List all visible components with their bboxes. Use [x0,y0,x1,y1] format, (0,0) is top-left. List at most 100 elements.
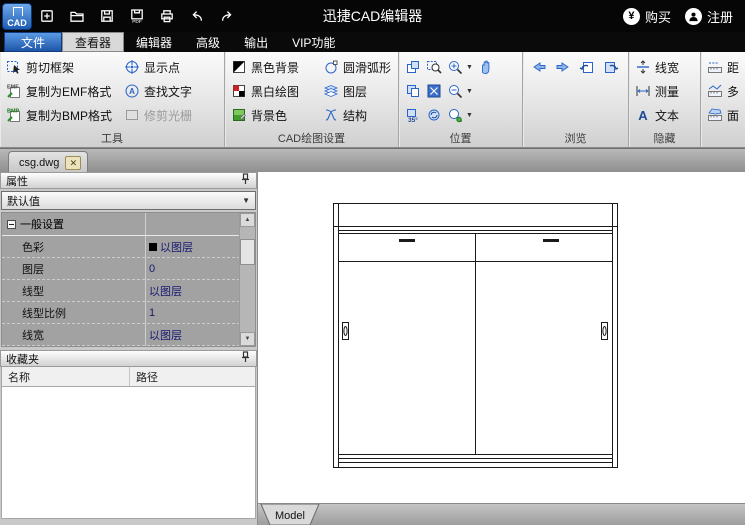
back-arrow-icon[interactable] [531,59,547,75]
scroll-down-icon[interactable]: ▼ [240,332,255,346]
menu-file[interactable]: 文件 [4,32,62,52]
preset-value: 默认值 [7,193,40,209]
save-pdf-button[interactable]: PDF [122,3,152,29]
property-row-linetype[interactable]: 线型 以图层 [2,280,255,302]
cut-frame-button[interactable]: 剪切框架 [6,55,118,79]
redo-button[interactable] [212,3,242,29]
model-tab-bar: Model [258,503,745,525]
black-bg-button[interactable]: 黑色背景 [231,55,317,79]
zoom-scale-icon[interactable] [447,107,463,123]
save-pdf-icon: PDF [129,8,145,24]
print-button[interactable] [152,3,182,29]
trim-raster-label: 修剪光栅 [144,107,192,124]
first-view-icon[interactable] [579,59,595,75]
undo-icon [189,8,205,24]
menu-advanced[interactable]: 高级 [184,32,232,52]
favorites-list[interactable] [1,387,256,519]
open-file-button[interactable] [62,3,92,29]
new-file-icon [39,8,55,24]
black-bg-label: 黑色背景 [251,59,299,76]
zoom-window-icon[interactable] [426,59,442,75]
favorites-col-path[interactable]: 路径 [130,369,158,385]
open-folder-icon [69,8,85,24]
property-row-color[interactable]: 色彩 以图层 [2,236,255,258]
pan-hand-icon[interactable] [478,59,494,75]
smooth-arc-button[interactable]: 圆滑弧形 [323,55,391,79]
menu-viewer[interactable]: 查看器 [62,32,124,52]
copy-bmp-icon: BMP [6,107,22,123]
polyline-measure-button[interactable]: 多 [707,79,741,103]
preset-combobox[interactable]: 默认值 ▼ [1,191,256,210]
text-label: 文本 [655,107,679,124]
pin-icon[interactable] [240,173,251,188]
show-points-button[interactable]: 显示点 [124,55,192,79]
area-measure-button[interactable]: 面 [707,103,741,127]
model-tab[interactable]: Model [259,504,321,525]
menu-vip[interactable]: VIP功能 [280,32,347,52]
structure-button[interactable]: 结构 [323,103,391,127]
linewidth-toggle-button[interactable]: 线宽 [635,55,696,79]
property-row-lineweight[interactable]: 线宽 以图层 [2,324,255,346]
left-panel: 属性 默认值 ▼ 一般设置 色彩 [0,172,258,525]
area-ruler-icon [707,107,723,123]
ribbon-group-hide: 线宽 测量 A 文本 隐藏 [629,52,701,147]
zoom-in-icon[interactable] [447,59,463,75]
color-swatch [149,243,157,251]
ribbon: 剪切框架 EMF 复制为EMF格式 [0,52,745,148]
document-tab-strip: csg.dwg ✕ [0,148,745,172]
drawing-canvas[interactable] [258,172,745,503]
text-toggle-button[interactable]: A 文本 [635,103,696,127]
find-text-button[interactable]: A 查找文字 [124,79,192,103]
menu-editor[interactable]: 编辑器 [124,32,184,52]
buy-button[interactable]: ¥ 购买 [623,7,671,26]
rotate-angle-icon[interactable]: 35° [405,107,421,123]
zoom-out-dropdown[interactable]: ▼ [466,88,473,95]
property-group-row[interactable]: 一般设置 [2,213,255,236]
bw-draw-icon [231,83,247,99]
document-tab-csg[interactable]: csg.dwg ✕ [8,151,88,173]
measure-icon [635,83,651,99]
zoom-previous-icon[interactable] [426,107,442,123]
favorites-pin-icon[interactable] [240,351,251,366]
menu-bar: 文件 查看器 编辑器 高级 输出 VIP功能 [0,32,745,52]
last-view-icon[interactable] [603,59,619,75]
fit-extents-icon[interactable] [426,83,442,99]
distance-ruler-icon [707,59,723,75]
cabinet-drawing [258,172,745,503]
undo-button[interactable] [182,3,212,29]
rotate-page-icon[interactable] [405,59,421,75]
menu-output[interactable]: 输出 [232,32,280,52]
register-button[interactable]: 注册 [685,7,733,26]
register-label: 注册 [707,7,733,26]
cut-frame-icon [6,59,22,75]
close-tab-button[interactable]: ✕ [65,156,81,170]
bg-color-button[interactable]: 背景色 [231,103,317,127]
copy-emf-button[interactable]: EMF 复制为EMF格式 [6,79,118,103]
structure-icon [323,107,339,123]
find-text-label: 查找文字 [144,83,192,100]
property-group-label: 一般设置 [20,216,64,232]
rotate-page-ccw-icon[interactable] [405,83,421,99]
property-row-layer[interactable]: 图层 0 [2,258,255,280]
svg-text:35°: 35° [408,116,418,123]
tools-group-label: 工具 [0,130,224,146]
layers-icon [323,83,339,99]
zoom-scale-dropdown[interactable]: ▼ [466,112,473,119]
copy-bmp-button[interactable]: BMP 复制为BMP格式 [6,103,118,127]
distance-button[interactable]: 距 [707,55,741,79]
collapse-icon[interactable] [7,220,16,229]
zoom-in-dropdown[interactable]: ▼ [466,64,473,71]
scroll-thumb[interactable] [240,239,255,265]
property-row-linetype-scale[interactable]: 线型比例 1 [2,302,255,324]
scroll-up-icon[interactable]: ▲ [240,213,255,227]
property-grid-scrollbar[interactable]: ▲ ▼ [239,213,255,346]
measure-toggle-button[interactable]: 测量 [635,79,696,103]
forward-arrow-icon[interactable] [555,59,571,75]
save-button[interactable] [92,3,122,29]
layers-button[interactable]: 图层 [323,79,391,103]
bw-draw-button[interactable]: 黑白绘图 [231,79,317,103]
zoom-out-icon[interactable] [447,83,463,99]
copy-emf-label: 复制为EMF格式 [26,83,111,100]
favorites-col-name[interactable]: 名称 [2,367,130,386]
new-file-button[interactable] [32,3,62,29]
